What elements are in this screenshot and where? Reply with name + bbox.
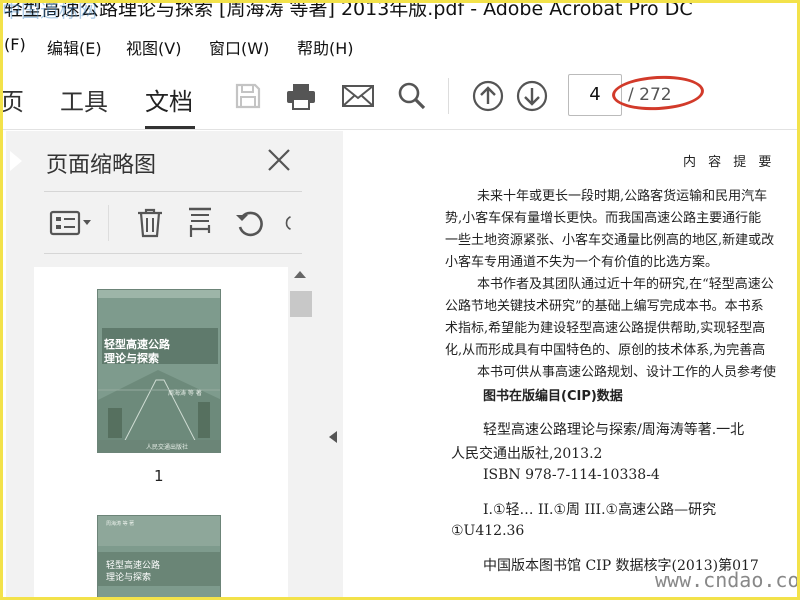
panel-divider-2 bbox=[44, 253, 302, 254]
search-icon[interactable] bbox=[394, 78, 430, 114]
cip-title: 图书在版编目(CIP)数据 bbox=[483, 389, 623, 404]
email-icon[interactable] bbox=[340, 78, 376, 114]
summary-line: 小客车专用通道不失为一个有价值的比选方案。 bbox=[445, 255, 719, 270]
watermark-text: 中国道标网 bbox=[2, 0, 98, 22]
cover-publisher: 人民交通出版社 bbox=[146, 444, 189, 451]
tab-tools[interactable]: 工具 bbox=[60, 82, 108, 117]
thumbnail-options-icon[interactable] bbox=[48, 205, 96, 241]
tab-home[interactable]: 页 bbox=[0, 82, 24, 117]
collapse-arrow-icon[interactable] bbox=[329, 431, 337, 443]
summary-line: 本书作者及其团队通过近十年的研究,在“轻型高速公 bbox=[477, 277, 774, 292]
cover-title: 轻型高速公路 bbox=[106, 561, 161, 571]
panel-left-strip bbox=[0, 131, 6, 600]
rotate-ccw-icon[interactable] bbox=[232, 205, 268, 241]
panel-title: 页面缩略图 bbox=[46, 153, 157, 178]
doc-heading: 内 容 提 要 bbox=[683, 155, 776, 170]
cover-author: 周海涛 等 著 bbox=[106, 521, 135, 527]
page-thumbnail-1[interactable]: 轻型高速公路 理论与探索 周海涛 等 著 人民交通出版社 bbox=[97, 289, 221, 453]
save-icon[interactable] bbox=[230, 78, 266, 114]
menu-view[interactable]: 视图(V) bbox=[126, 35, 181, 59]
crop-icon[interactable] bbox=[182, 205, 218, 241]
menu-help[interactable]: 帮助(H) bbox=[297, 35, 354, 59]
page-down-icon[interactable] bbox=[514, 78, 550, 114]
cip-line: 人民交通出版社,2013.2 bbox=[451, 446, 603, 462]
print-icon[interactable] bbox=[283, 78, 319, 114]
scroll-thumb[interactable] bbox=[290, 291, 312, 317]
menu-window[interactable]: 窗口(W) bbox=[209, 35, 269, 59]
document-view: 内 容 提 要 未来十年或更长一段时期,公路客货运输和民用汽车 势,小客车保有量… bbox=[343, 131, 800, 600]
panel-divider bbox=[44, 191, 302, 192]
window-title: 轻型高速公路理论与探索 [周海涛 等著] 2013年版.pdf - Adobe … bbox=[4, 0, 693, 20]
panel-toolbar bbox=[44, 201, 306, 245]
panel-collapse-strip[interactable] bbox=[325, 131, 343, 600]
annotation-ellipse bbox=[611, 73, 705, 113]
title-bar: 轻型高速公路理论与探索 [周海涛 等著] 2013年版.pdf - Adobe … bbox=[0, 0, 800, 30]
rotate-cw-icon[interactable] bbox=[278, 205, 298, 241]
scroll-up-icon[interactable] bbox=[294, 271, 306, 278]
summary-line: 未来十年或更长一段时期,公路客货运输和民用汽车 bbox=[477, 189, 768, 204]
close-icon[interactable] bbox=[264, 145, 294, 175]
thumbnail-scrollbar[interactable] bbox=[288, 267, 314, 600]
page-up-icon[interactable] bbox=[470, 78, 506, 114]
thumbnail-panel: 页面缩略图 轻型高速公路 理论与探索 周海涛 等 著 人民交通出版社 1 周海涛… bbox=[0, 131, 325, 600]
panel-pointer bbox=[10, 151, 22, 171]
thumbnail-list: 轻型高速公路 理论与探索 周海涛 等 著 人民交通出版社 1 周海涛 等 著 轻… bbox=[34, 267, 288, 600]
panel-tool-divider bbox=[108, 205, 109, 241]
summary-line: 化,从而形成具有中国特色的、原创的技术体系,为完善高 bbox=[445, 343, 766, 358]
delete-icon[interactable] bbox=[132, 205, 168, 241]
tab-document[interactable]: 文档 bbox=[145, 82, 193, 117]
thumbnail-label: 1 bbox=[154, 467, 164, 485]
summary-line: 势,小客车保有量增长更快。而我国高速公路主要通行能 bbox=[445, 211, 762, 226]
cip-line: ISBN 978-7-114-10338-4 bbox=[483, 467, 660, 483]
cip-line: 轻型高速公路理论与探索/周海涛等著.一北 bbox=[483, 422, 745, 438]
menu-bar: (F) 编辑(E) 视图(V) 窗口(W) 帮助(H) bbox=[0, 30, 800, 60]
cover-subtitle: 理论与探索 bbox=[106, 573, 152, 583]
toolbar-divider bbox=[448, 78, 449, 114]
summary-line: 本书可供从事高速公路规划、设计工作的人员参考使 bbox=[477, 365, 777, 380]
page-thumbnail-2[interactable]: 周海涛 等 著 轻型高速公路 理论与探索 bbox=[97, 515, 221, 600]
cover-author: 周海涛 等 著 bbox=[168, 390, 202, 397]
summary-line: 术指标,希望能为建设轻型高速公路提供帮助,实现轻型高 bbox=[445, 321, 766, 336]
cip-line: I.①轻… II.①周 III.①高速公路—研究 bbox=[483, 502, 717, 518]
active-tab-indicator bbox=[145, 126, 195, 129]
cip-line: ①U412.36 bbox=[451, 523, 525, 539]
summary-line: 一些土地资源紧张、小客车交通量比例高的地区,新建或改 bbox=[445, 233, 775, 248]
main-toolbar: 页 工具 文档 4 / 272 bbox=[0, 60, 800, 130]
cover-subtitle: 理论与探索 bbox=[104, 352, 159, 365]
site-watermark: www.cndao.com bbox=[655, 568, 800, 592]
menu-edit[interactable]: 编辑(E) bbox=[47, 35, 102, 59]
summary-line: 公路节地关键技术研究”的基础上编写完成本书。本书系 bbox=[445, 299, 764, 314]
menu-file[interactable]: (F) bbox=[4, 35, 26, 54]
